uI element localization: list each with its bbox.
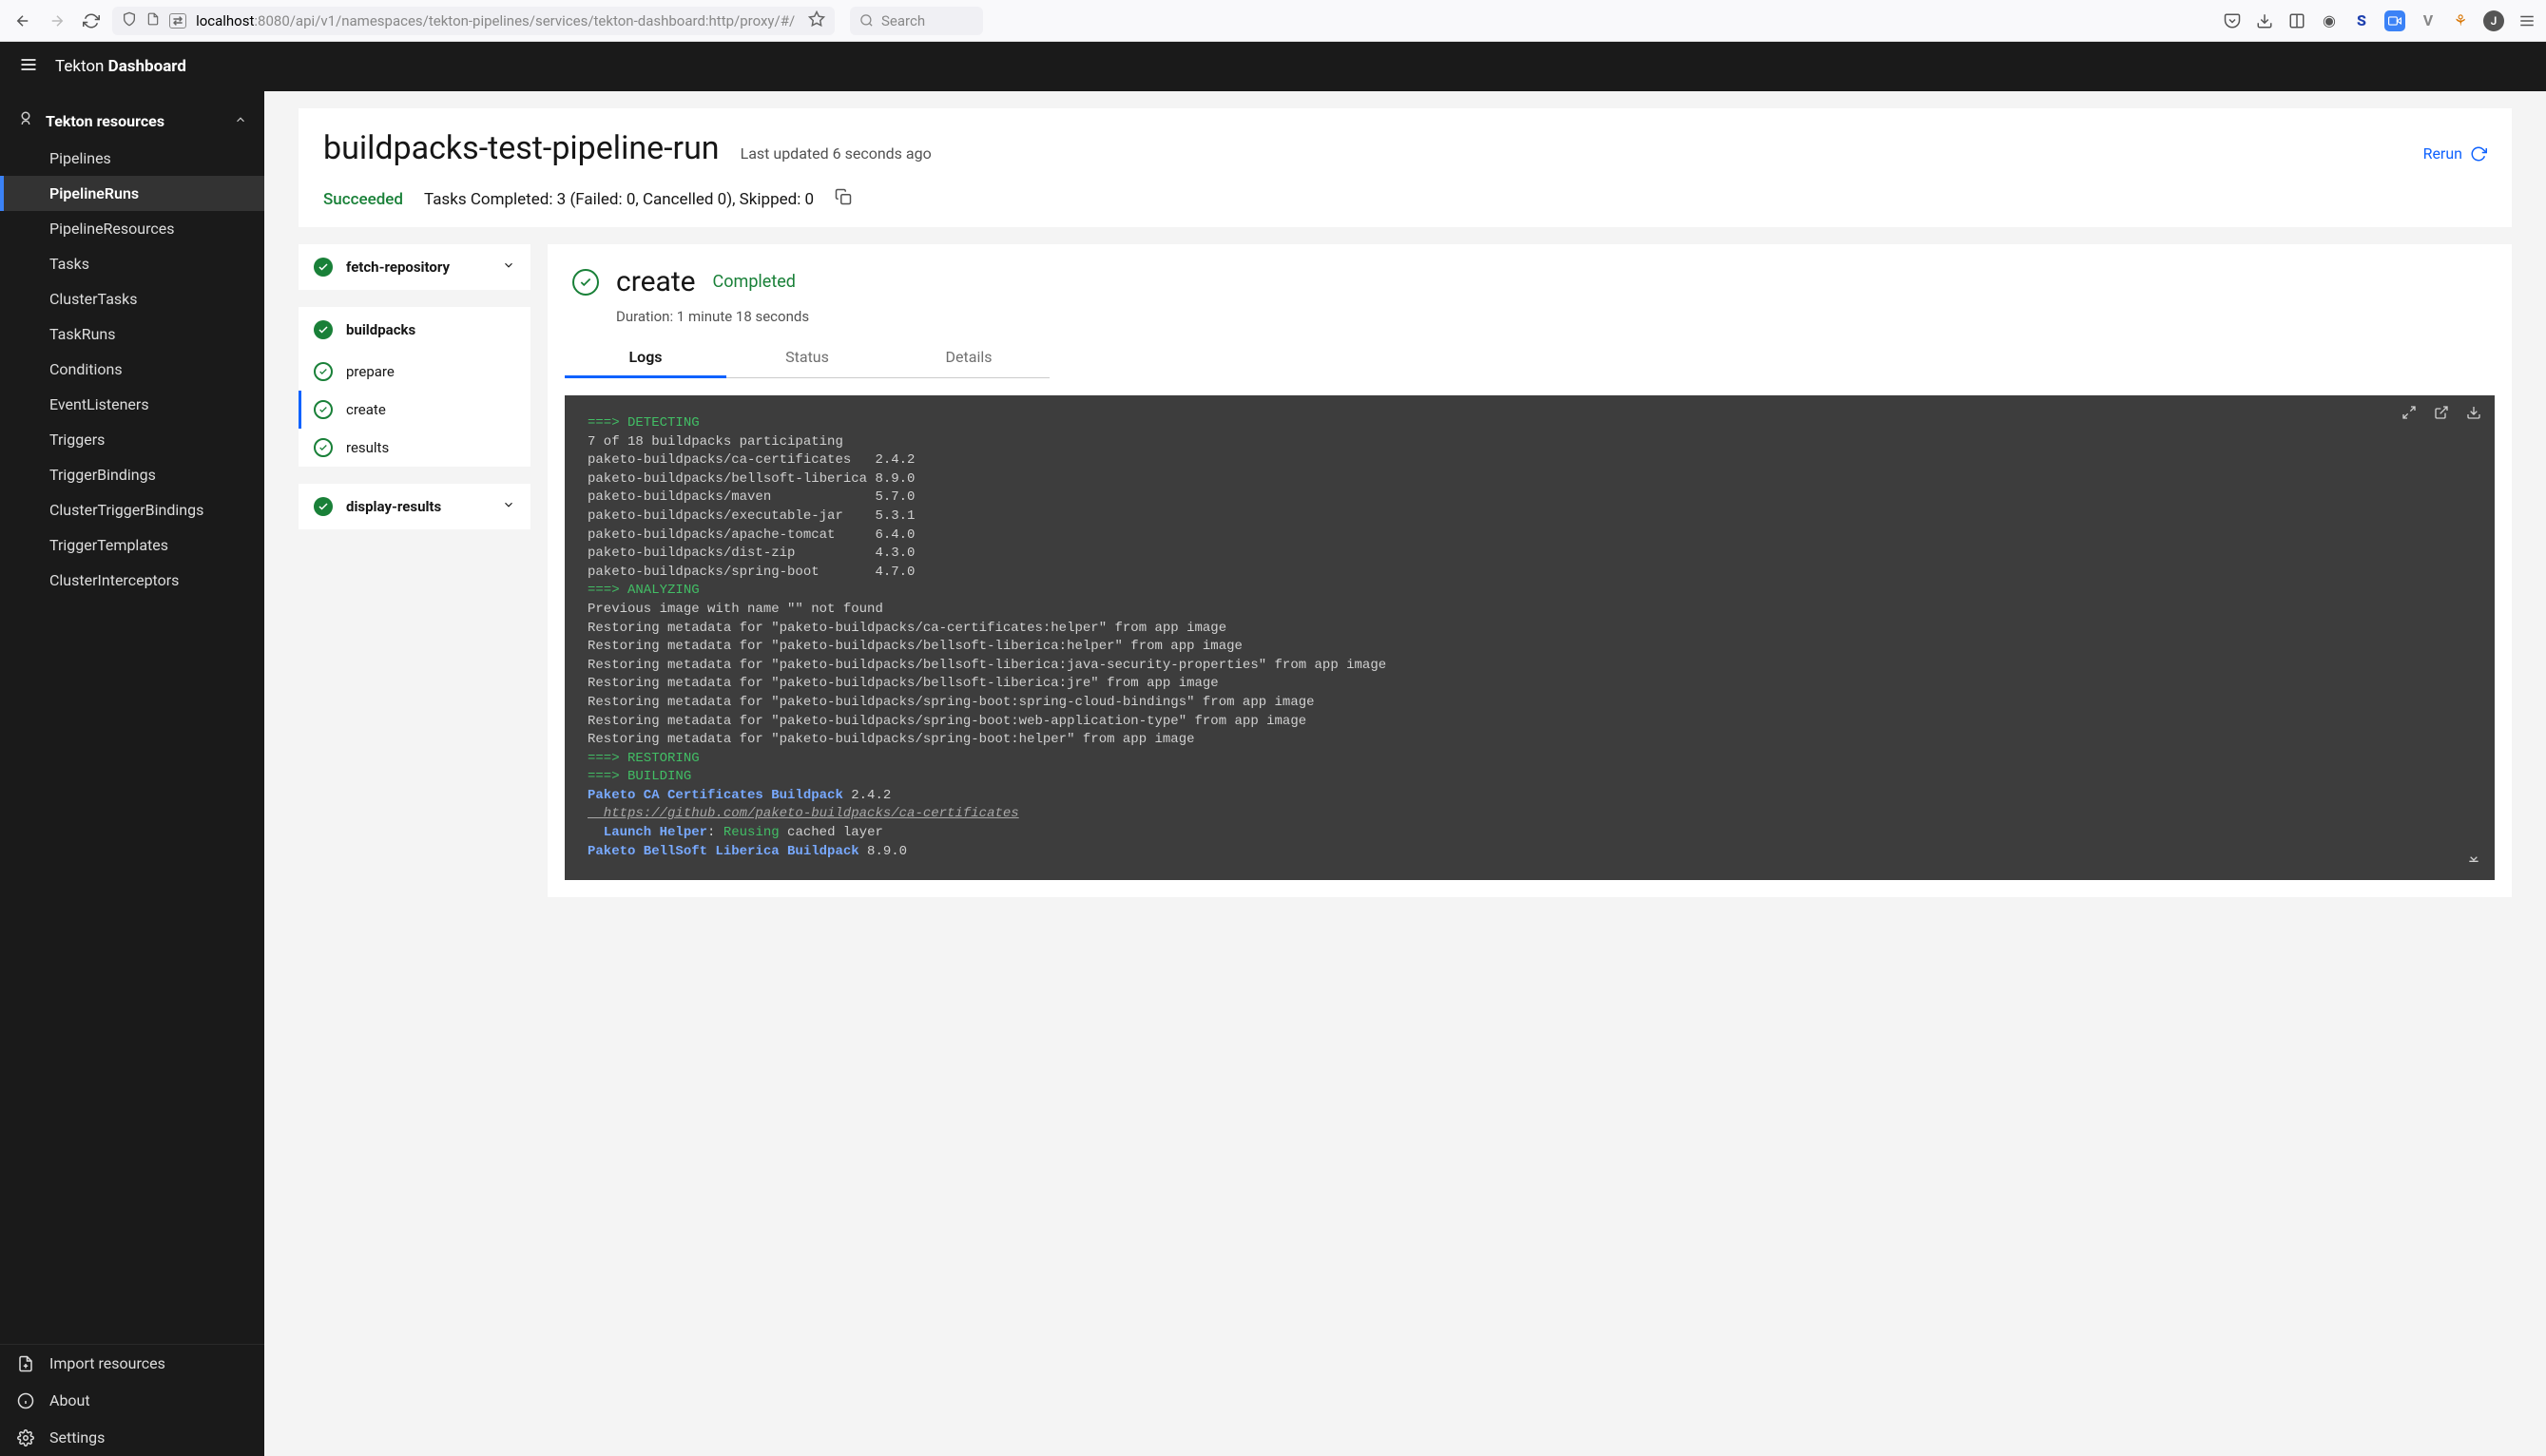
sidebar-item-triggertemplates[interactable]: TriggerTemplates [0,527,264,563]
sidebar-bottom-about[interactable]: About [0,1382,264,1419]
page-icon [146,11,160,30]
chevron-down-icon [502,259,515,276]
download-icon[interactable] [2255,11,2274,30]
task-card-buildpacks: buildpackspreparecreateresults [299,307,530,467]
search-placeholder: Search [881,12,925,29]
app-header: Tekton Dashboard [0,42,2546,91]
bookmark-star-icon[interactable] [808,10,825,31]
browser-search-box[interactable]: Search [850,7,983,35]
task-list: fetch-repository buildpackspreparecreater… [299,244,530,546]
detail-tabs: LogsStatusDetails [565,338,2495,378]
nav-forward-button[interactable] [44,8,70,34]
library-icon[interactable] [2287,11,2306,30]
sidebar-item-clustertasks[interactable]: ClusterTasks [0,281,264,316]
ext-icon-person[interactable]: ⚘ [2451,11,2470,30]
copy-icon[interactable] [835,188,852,210]
step-create[interactable]: create [299,391,530,429]
sidebar-item-pipelineresources[interactable]: PipelineResources [0,211,264,246]
nav-back-button[interactable] [10,8,36,34]
address-bar[interactable]: ⇄ localhost:8080/api/v1/namespaces/tekto… [112,7,835,35]
sidebar-item-pipelines[interactable]: Pipelines [0,141,264,176]
shield-icon [122,11,137,30]
step-status: Completed [713,272,796,292]
sidebar-item-conditions[interactable]: Conditions [0,352,264,387]
tab-details[interactable]: Details [888,338,1050,378]
nav-reload-button[interactable] [78,8,105,34]
main-content: buildpacks-test-pipeline-run Last update… [264,91,2546,1456]
check-icon [314,400,333,419]
sidebar-item-pipelineruns[interactable]: PipelineRuns [0,176,264,211]
check-icon [314,362,333,381]
refresh-icon [2470,145,2487,163]
app-title[interactable]: Tekton Dashboard [55,57,186,76]
pipelinerun-title: buildpacks-test-pipeline-run [323,129,720,167]
check-icon [314,497,333,516]
step-title: create [616,265,696,298]
open-new-icon[interactable] [2434,405,2449,428]
tasks-summary: Tasks Completed: 3 (Failed: 0, Cancelled… [424,190,814,209]
sidebar-item-clustertriggerbindings[interactable]: ClusterTriggerBindings [0,492,264,527]
rerun-button[interactable]: Rerun [2423,144,2487,163]
chevron-down-icon [502,498,515,515]
log-panel: ===> DETECTING 7 of 18 buildpacks partic… [565,395,2495,880]
pocket-icon[interactable] [2223,11,2242,30]
sidebar-toggle-icon[interactable] [19,55,38,78]
task-header[interactable]: display-results [299,484,530,529]
download-log-icon[interactable] [2466,405,2481,428]
browser-chrome: ⇄ localhost:8080/api/v1/namespaces/tekto… [0,0,2546,42]
task-card-display-results: display-results [299,484,530,529]
check-icon [572,269,599,296]
sidebar-item-clusterinterceptors[interactable]: ClusterInterceptors [0,563,264,598]
hamburger-icon[interactable] [2517,11,2536,30]
last-updated-text: Last updated 6 seconds ago [741,144,932,163]
status-text: Succeeded [323,190,403,209]
check-icon [314,258,333,277]
sidebar-section-label: Tekton resources [46,112,164,130]
sidebar-section-header[interactable]: Tekton resources [0,101,264,141]
sidebar-item-tasks[interactable]: Tasks [0,246,264,281]
log-output[interactable]: ===> DETECTING 7 of 18 buildpacks partic… [565,395,2495,880]
ext-icon-v[interactable]: V [2419,11,2438,30]
sidebar-item-triggerbindings[interactable]: TriggerBindings [0,457,264,492]
tab-logs[interactable]: Logs [565,338,726,378]
tekton-logo-icon [17,110,34,131]
task-header[interactable]: fetch-repository [299,244,530,290]
sidebar: Tekton resources PipelinesPipelineRunsPi… [0,91,264,1456]
ext-icon-s[interactable]: S [2352,11,2371,30]
pipelinerun-header: buildpacks-test-pipeline-run Last update… [299,108,2512,227]
check-icon [314,438,333,457]
account-avatar[interactable]: J [2483,10,2504,31]
ext-icon-zoom[interactable] [2384,10,2405,31]
permissions-icon: ⇄ [169,13,186,29]
check-icon [314,320,333,339]
url-text: localhost:8080/api/v1/namespaces/tekton-… [196,12,799,29]
sidebar-bottom-settings[interactable]: Settings [0,1419,264,1456]
sidebar-bottom-import-resources[interactable]: Import resources [0,1345,264,1382]
browser-toolbar-icons: ◉ S V ⚘ J [2223,10,2536,31]
scroll-bottom-icon[interactable] [2466,849,2481,872]
sidebar-item-eventlisteners[interactable]: EventListeners [0,387,264,422]
step-duration: Duration: 1 minute 18 seconds [565,298,2495,338]
task-card-fetch-repository: fetch-repository [299,244,530,290]
sidebar-item-taskruns[interactable]: TaskRuns [0,316,264,352]
step-results[interactable]: results [299,429,530,467]
step-prepare[interactable]: prepare [299,353,530,391]
sidebar-item-triggers[interactable]: Triggers [0,422,264,457]
expand-icon[interactable] [2401,405,2417,428]
task-header[interactable]: buildpacks [299,307,530,353]
ext-icon-1[interactable]: ◉ [2320,11,2339,30]
step-detail-panel: create Completed Duration: 1 minute 18 s… [548,244,2512,897]
tab-status[interactable]: Status [726,338,888,378]
chevron-up-icon [234,112,247,130]
